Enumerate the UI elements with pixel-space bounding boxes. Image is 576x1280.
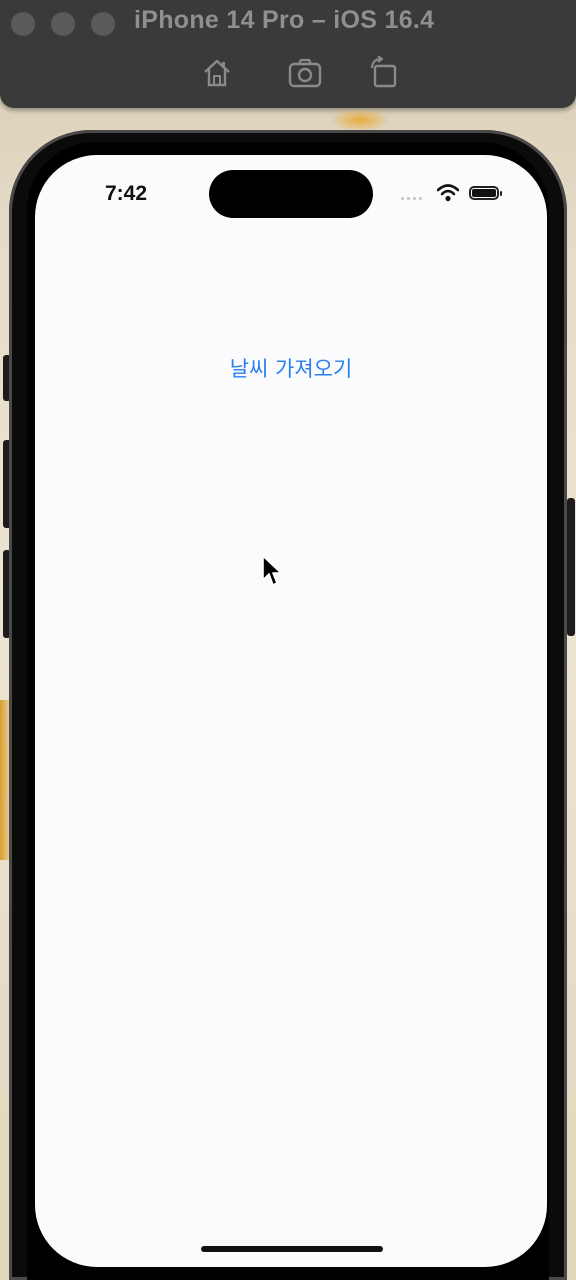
battery-level (472, 189, 496, 197)
zoom-window-button[interactable] (91, 12, 115, 36)
status-time: 7:42 (105, 182, 148, 205)
app-screen: 7:42 날씨 가져오기 (35, 155, 547, 1267)
rotate-icon (370, 55, 397, 88)
status-icons (401, 183, 502, 203)
wifi-icon (437, 184, 459, 202)
simulator-titlebar: iPhone 14 Pro – iOS 16.4 (0, 0, 576, 108)
fetch-weather-button[interactable]: 날씨 가져오기 (35, 353, 547, 383)
battery-icon (469, 186, 502, 200)
minimize-window-button[interactable] (51, 12, 75, 36)
window-title: iPhone 14 Pro – iOS 16.4 (134, 6, 435, 34)
power-button (567, 498, 575, 636)
screenshot-button[interactable] (288, 56, 322, 90)
signal-icon (401, 186, 431, 200)
wallpaper-glow (330, 108, 390, 132)
home-indicator[interactable] (201, 1246, 383, 1252)
screenshot-icon (288, 58, 322, 88)
dynamic-island (209, 170, 373, 218)
rotate-button[interactable] (367, 55, 401, 90)
home-icon (204, 59, 230, 87)
close-window-button[interactable] (11, 12, 35, 36)
mouse-cursor-icon (262, 555, 282, 586)
home-button[interactable] (200, 56, 234, 90)
